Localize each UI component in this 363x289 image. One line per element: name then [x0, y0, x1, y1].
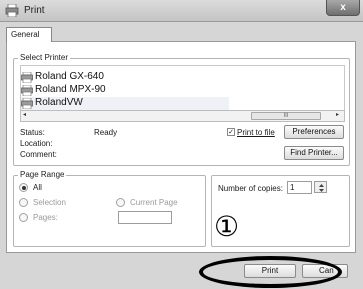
window-title: Print	[24, 5, 45, 16]
print-to-file-label[interactable]: Print to file	[237, 128, 275, 137]
printer-icon	[21, 71, 33, 84]
scrollbar-thumb[interactable]: III	[251, 112, 321, 120]
status-label: Status:	[20, 128, 45, 137]
copies-input[interactable]: 1	[287, 181, 312, 194]
find-printer-button[interactable]: Find Printer...	[284, 146, 344, 160]
select-printer-legend: Select Printer	[18, 53, 71, 62]
page-range-legend: Page Range	[18, 170, 67, 179]
all-radio[interactable]	[19, 183, 28, 192]
status-value: Ready	[94, 128, 118, 137]
step-number-annotation: ①	[214, 211, 240, 242]
highlight-ellipse	[199, 256, 342, 288]
scroll-left-arrow-icon[interactable]: ◂	[23, 111, 26, 118]
printer-item-selected[interactable]: RolandVW	[21, 97, 229, 110]
pages-input[interactable]	[118, 211, 172, 224]
printer-icon	[21, 97, 33, 110]
pages-radio[interactable]	[19, 213, 28, 222]
tab-general[interactable]: General	[6, 27, 52, 42]
all-label: All	[33, 183, 42, 192]
preferences-button[interactable]: Preferences	[284, 125, 344, 139]
printer-name: Roland GX-640	[35, 71, 104, 82]
print-to-file-checkbox[interactable]: ✓	[227, 128, 235, 136]
selection-radio[interactable]	[19, 198, 28, 207]
scroll-right-arrow-icon[interactable]: ▸	[336, 111, 339, 118]
printer-list[interactable]: Roland GX-640 Roland MPX-90 RolandVW	[20, 65, 345, 110]
copies-spinner[interactable]	[314, 181, 327, 193]
printer-icon	[5, 3, 19, 18]
title-bar	[0, 0, 363, 22]
location-label: Location:	[20, 139, 53, 148]
pages-label: Pages:	[33, 213, 58, 222]
printer-name: Roland MPX-90	[35, 84, 106, 95]
comment-label: Comment:	[20, 150, 57, 159]
current-page-radio[interactable]	[116, 198, 125, 207]
copies-label: Number of copies:	[218, 184, 283, 193]
current-page-label: Current Page	[130, 198, 178, 207]
close-button[interactable]: x	[326, 0, 360, 16]
printer-icon	[21, 84, 33, 97]
printer-name: RolandVW	[35, 97, 83, 108]
selection-label: Selection	[33, 198, 66, 207]
